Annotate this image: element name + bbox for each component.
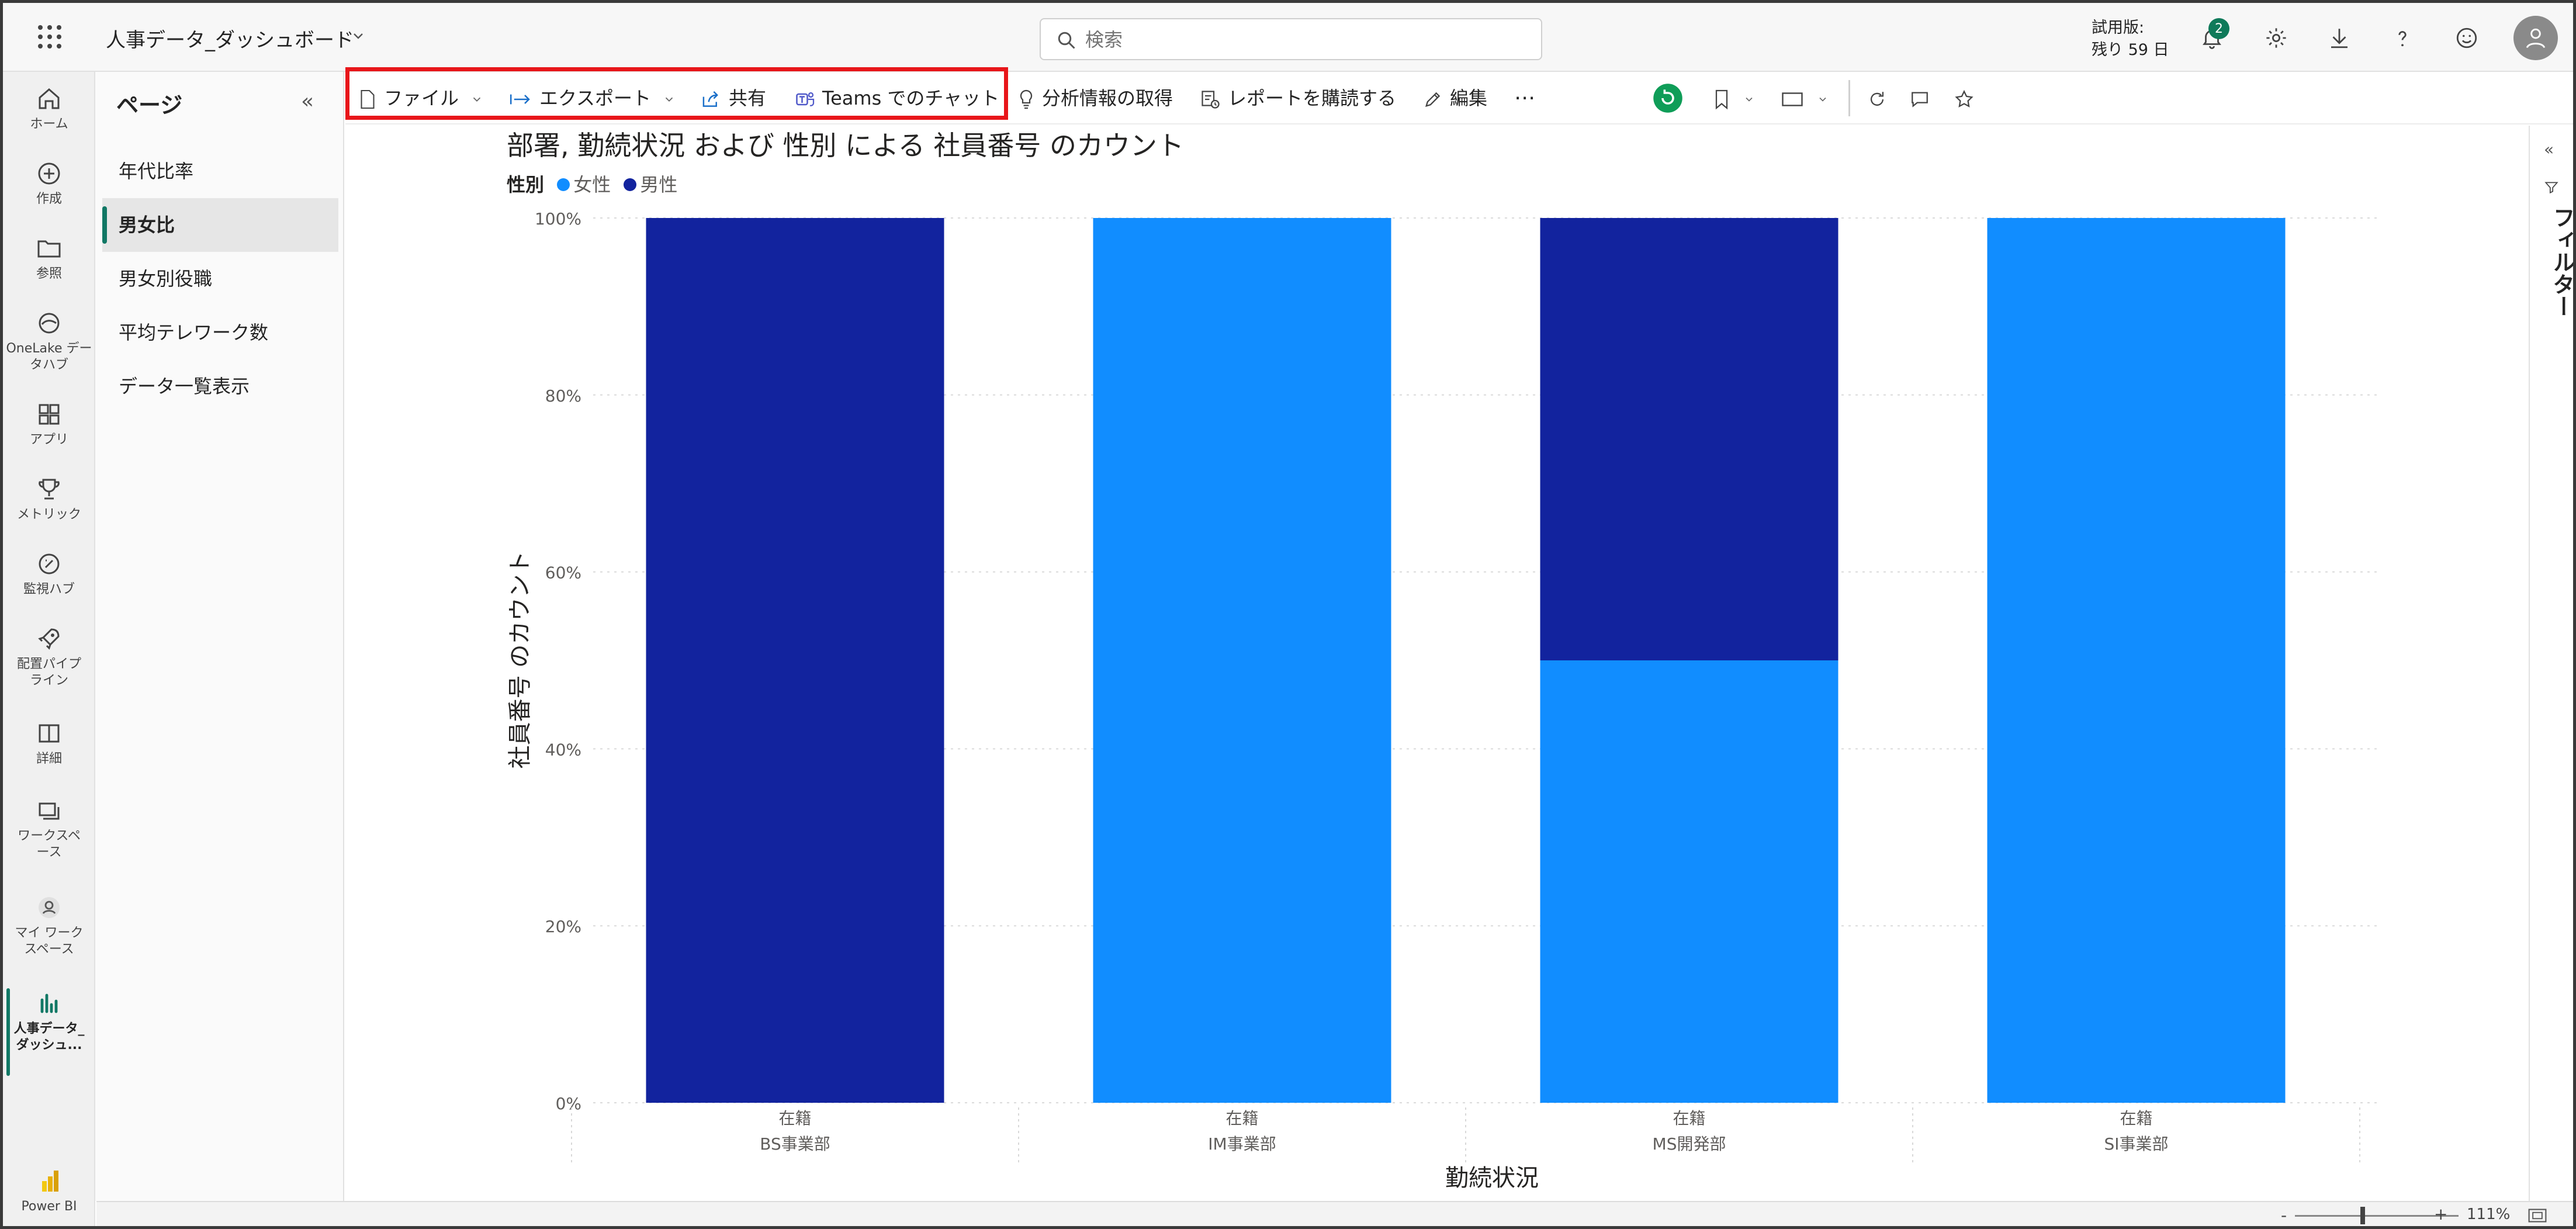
filter-funnel-icon	[2544, 182, 2558, 194]
expand-filters-icon[interactable]: «	[2544, 140, 2554, 159]
zoom-in-button[interactable]: +	[2434, 1204, 2447, 1224]
y-tick-label: 100%	[535, 209, 581, 229]
bar-segment-male	[646, 218, 944, 1103]
y-axis-title: 社員番号 のカウント	[507, 551, 534, 769]
y-tick-label: 60%	[545, 563, 581, 583]
bar-segment-female	[1093, 218, 1391, 1103]
x-tick-label-dept: SI事業部	[2104, 1134, 2168, 1154]
bar-chart: 0% 20% 40% 60% 80% 100% 在籍 BS事業部 在籍 IM事業部 在籍 MS開発部 在…	[507, 209, 2381, 1192]
bar-segment-female	[1987, 218, 2286, 1103]
zoom-slider-thumb[interactable]	[2360, 1207, 2365, 1224]
y-tick-label: 40%	[545, 740, 581, 759]
filters-pane-label[interactable]: フィルター	[2546, 206, 2573, 317]
zoom-level: 111%	[2467, 1206, 2511, 1223]
bar-segment-female	[1540, 660, 1838, 1103]
x-tick-label-dept: IM事業部	[1208, 1134, 1276, 1154]
x-tick-label-status: 在籍	[2120, 1109, 2152, 1128]
x-axis-title: 勤続状況	[1445, 1165, 1539, 1192]
window-frame: 人事データ_ダッシュボード 試用版: 残り 59 日 2	[0, 0, 2576, 1229]
y-tick-label: 0%	[556, 1094, 581, 1113]
y-tick-label: 80%	[545, 386, 581, 406]
x-tick-label-dept: MS開発部	[1653, 1134, 1726, 1154]
x-tick-label-status: 在籍	[1225, 1109, 1258, 1128]
x-tick-label-status: 在籍	[1673, 1109, 1705, 1128]
y-tick-label: 20%	[545, 917, 581, 936]
status-bar: - +	[96, 1201, 2573, 1226]
x-tick-label-status: 在籍	[778, 1109, 811, 1128]
bar-segment-male	[1540, 218, 1838, 660]
fit-to-page-icon[interactable]	[2527, 1207, 2547, 1224]
zoom-out-button[interactable]: -	[2281, 1206, 2287, 1225]
x-tick-label-dept: BS事業部	[760, 1134, 830, 1154]
